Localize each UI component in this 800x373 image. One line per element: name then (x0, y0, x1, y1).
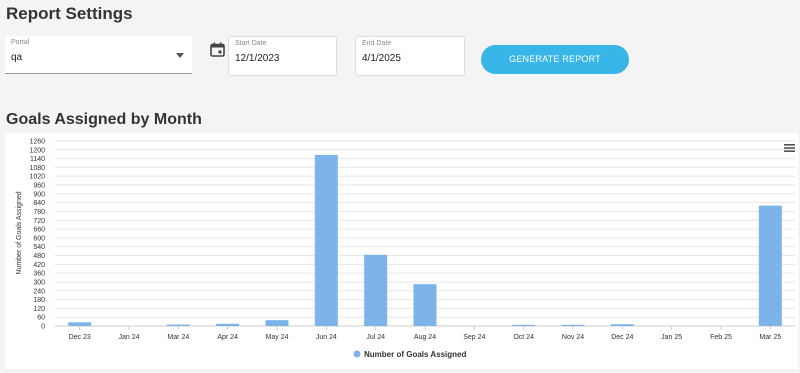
y-tick-label: 1260 (29, 139, 45, 146)
legend-marker (353, 350, 361, 358)
x-tick-label: Feb 25 (710, 334, 732, 341)
bar (166, 324, 190, 326)
y-tick-label: 540 (33, 244, 45, 251)
menu-icon[interactable] (784, 143, 795, 153)
bar (413, 284, 437, 326)
legend-label: Number of Goals Assigned (364, 350, 467, 359)
y-tick-label: 660 (33, 227, 45, 234)
y-tick-label: 1140 (30, 156, 45, 163)
x-tick-label: Oct 24 (513, 334, 534, 341)
y-tick-label: 720 (33, 218, 45, 225)
x-tick-label: Sep 24 (463, 334, 485, 341)
x-tick-label: Mar 24 (167, 334, 189, 341)
y-tick-label: 480 (33, 253, 45, 260)
x-tick-label: Jan 24 (118, 334, 139, 341)
bar (512, 324, 536, 326)
y-tick-label: 120 (33, 306, 45, 313)
y-tick-label: 60 (37, 315, 45, 322)
bar (68, 322, 92, 326)
y-tick-label: 960 (33, 183, 45, 190)
x-tick-label: Nov 24 (562, 334, 584, 341)
y-tick-label: 240 (33, 288, 45, 295)
x-tick-label: Mar 25 (759, 334, 781, 341)
y-tick-label: 180 (33, 297, 45, 304)
x-tick-label: Jun 24 (316, 334, 337, 341)
x-tick-label: Aug 24 (414, 334, 436, 341)
x-tick-label: Jul 24 (366, 334, 385, 341)
y-tick-label: 1020 (29, 174, 45, 181)
x-tick-label: May 24 (266, 334, 289, 341)
y-tick-label: 1080 (29, 165, 45, 172)
y-tick-label: 900 (33, 191, 45, 198)
bar (610, 324, 634, 326)
y-tick-label: 780 (33, 209, 45, 216)
y-tick-label: 840 (33, 200, 45, 207)
goals-bar-chart: 0 60 120 180 240 300360 420 480 540 600660 720 780 8… (16, 139, 795, 359)
bar (314, 154, 338, 326)
x-tick-label: Dec 24 (611, 334, 633, 341)
y-tick-label: 360 (33, 271, 45, 278)
x-tick-label: Dec 23 (69, 334, 91, 341)
y-axis-label: Number of Goals Assigned (16, 191, 23, 274)
bar (561, 324, 585, 326)
y-tick-label: 420 (33, 262, 45, 269)
bar (364, 254, 388, 326)
bar (758, 205, 782, 326)
y-tick-label: 0 (41, 324, 45, 331)
bar (216, 323, 240, 326)
y-tick-label: 600 (33, 235, 45, 242)
bar (265, 320, 289, 326)
x-tick-label: Apr 24 (217, 334, 238, 341)
x-tick-label: Jan 25 (661, 334, 682, 341)
y-tick-label: 300 (33, 279, 45, 286)
y-tick-label: 1200 (29, 147, 45, 154)
